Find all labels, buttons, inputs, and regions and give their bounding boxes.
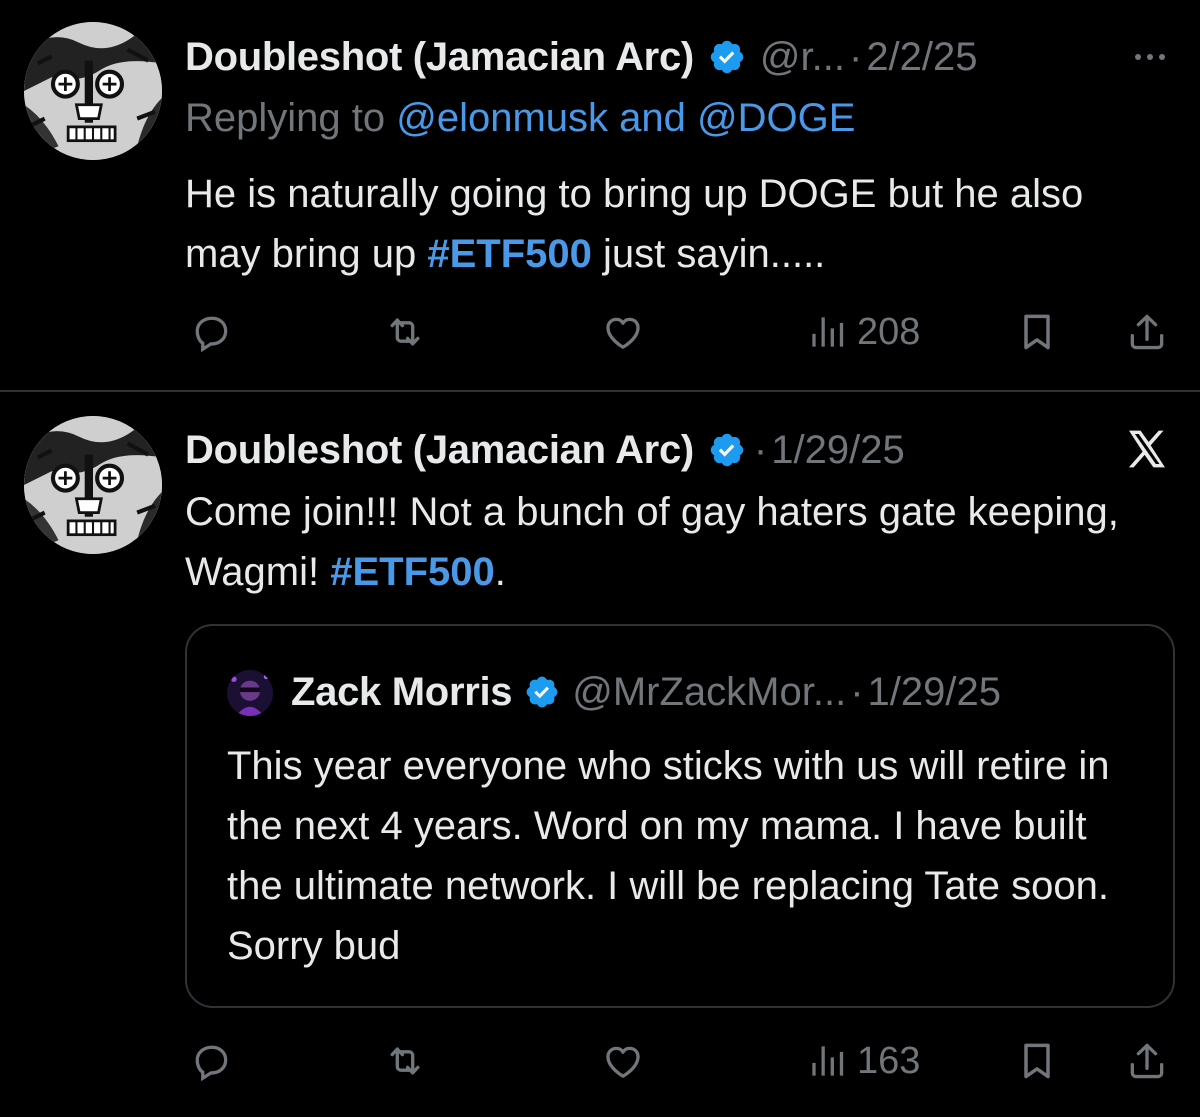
tweet[interactable]: Doubleshot (Jamacian Arc) @r... · 2/2/25… (0, 0, 1200, 392)
separator-dot: · (753, 427, 768, 472)
share-icon (1125, 310, 1169, 354)
author-name[interactable]: Doubleshot (Jamacian Arc) (185, 428, 694, 473)
avatar[interactable] (24, 22, 162, 160)
tweet-text-part: just sayin..... (591, 232, 826, 276)
author-handle[interactable]: @r... (760, 35, 845, 80)
hashtag-link[interactable]: #ETF500 (427, 232, 592, 276)
tweet-text: Come join!!! Not a bunch of gay haters g… (185, 482, 1165, 602)
quoted-author-handle[interactable]: @MrZackMor... (572, 670, 846, 715)
action-bar: 208 (185, 302, 1175, 362)
tweet-date[interactable]: 1/29/25 (771, 428, 904, 473)
like-button[interactable] (601, 310, 645, 354)
quoted-tweet-header: Zack Morris @MrZackMor... · 1/29/25 (291, 666, 1001, 718)
separator-dot: · (850, 669, 864, 714)
views-icon (805, 1039, 849, 1083)
avatar[interactable] (227, 670, 273, 716)
bookmark-button[interactable] (1015, 1039, 1059, 1083)
tweet-date[interactable]: 2/2/25 (866, 35, 977, 80)
views-icon (805, 310, 849, 354)
bookmark-icon (1015, 1039, 1059, 1083)
reply-button[interactable] (189, 310, 233, 354)
replying-prefix: Replying to (185, 96, 397, 140)
verified-badge-icon (708, 38, 746, 76)
quoted-tweet-text: This year everyone who sticks with us wi… (227, 744, 1110, 968)
reply-icon (189, 1039, 233, 1083)
retweet-icon (383, 1039, 427, 1083)
views-button[interactable]: 208 (805, 310, 920, 354)
avatar[interactable] (24, 416, 162, 554)
views-button[interactable]: 163 (805, 1039, 920, 1083)
retweet-button[interactable] (383, 310, 427, 354)
like-icon (601, 1039, 645, 1083)
quoted-tweet-date[interactable]: 1/29/25 (868, 670, 1001, 715)
quoted-tweet[interactable]: Zack Morris @MrZackMor... · 1/29/25 This… (185, 624, 1175, 1008)
verified-badge-icon (524, 674, 560, 710)
hashtag-link[interactable]: #ETF500 (330, 550, 495, 594)
action-bar: 163 (185, 1031, 1175, 1091)
replying-mentions[interactable]: @elonmusk and @DOGE (396, 96, 855, 140)
reply-icon (189, 310, 233, 354)
share-button[interactable] (1125, 310, 1169, 354)
x-logo-icon (1128, 430, 1165, 468)
tweet[interactable]: Doubleshot (Jamacian Arc) · 1/29/25 Come… (0, 394, 1200, 1117)
views-count: 163 (857, 1039, 921, 1082)
tweet-text-part: . (494, 550, 506, 594)
like-button[interactable] (601, 1039, 645, 1083)
author-name[interactable]: Doubleshot (Jamacian Arc) (185, 35, 694, 80)
more-horizontal-icon[interactable] (1130, 42, 1170, 72)
retweet-icon (383, 310, 427, 354)
retweet-button[interactable] (383, 1039, 427, 1083)
bookmark-button[interactable] (1015, 310, 1059, 354)
reply-button[interactable] (189, 1039, 233, 1083)
share-icon (1125, 1039, 1169, 1083)
tweet-text: He is naturally going to bring up DOGE b… (185, 164, 1165, 284)
tweet-text-part: Come join!!! Not a bunch of gay haters g… (185, 490, 1119, 594)
replying-to: Replying to @elonmusk and @DOGE (185, 96, 855, 141)
tweet-header: Doubleshot (Jamacian Arc) @r... · 2/2/25 (185, 32, 978, 82)
quoted-author-name[interactable]: Zack Morris (291, 670, 513, 715)
views-count: 208 (857, 310, 921, 353)
bookmark-icon (1015, 310, 1059, 354)
share-button[interactable] (1125, 1039, 1169, 1083)
tweet-header: Doubleshot (Jamacian Arc) · 1/29/25 (185, 425, 905, 475)
separator-dot: · (848, 34, 863, 79)
verified-badge-icon (708, 431, 746, 469)
like-icon (601, 310, 645, 354)
